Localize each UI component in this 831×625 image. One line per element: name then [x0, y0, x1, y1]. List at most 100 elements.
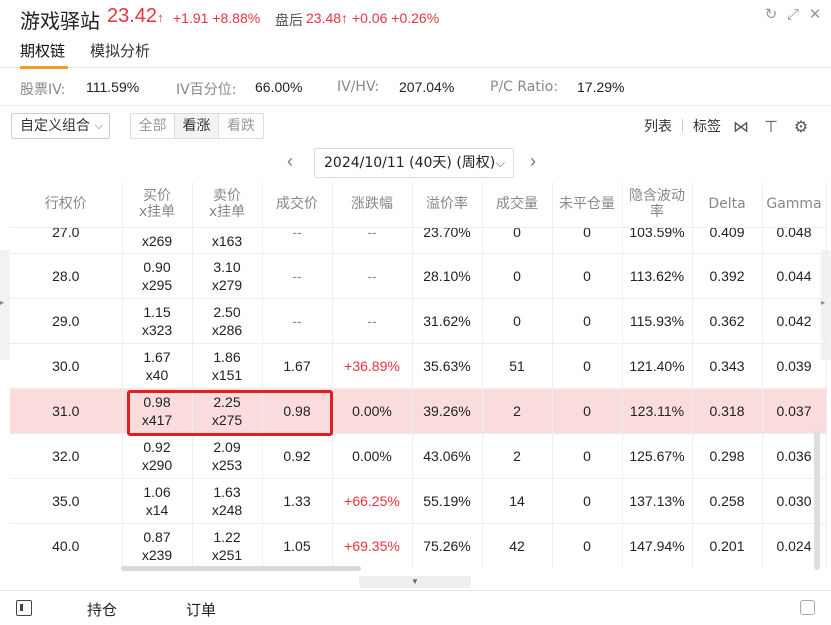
- ask-cell: 2.09 x253: [192, 432, 263, 478]
- stock-name: 游戏驿站: [20, 9, 100, 33]
- chevron-down-icon: ⌵: [94, 119, 103, 132]
- delta-cell: 0.258: [692, 477, 763, 523]
- tag-view-button[interactable]: 标签: [693, 116, 721, 136]
- filter-all[interactable]: 全部: [131, 114, 175, 138]
- table-row[interactable]: 40.0 0.87 x239 1.22 x251 1.05 +69.35% 75.26% 42 0…: [10, 522, 827, 568]
- implied-vol-cell: 147.94%: [622, 522, 693, 568]
- bid-cell-value: 0.92: [143, 438, 171, 455]
- open-interest-cell-value: 0: [583, 227, 591, 240]
- volume-cell: 0: [482, 252, 553, 298]
- col-implied-vol[interactable]: 隐含波动率: [622, 182, 693, 227]
- caret-down-icon: ▼: [411, 577, 419, 586]
- bid-cell-value: 0.90: [143, 258, 171, 275]
- vertical-scrollbar[interactable]: [814, 430, 820, 570]
- option-toolbar: 自定义组合 ⌵ 全部 看涨 看跌 列表 标签 ⋈ ⊤ ⚙: [0, 110, 831, 144]
- iv-percentile-label: IV百分位:: [176, 82, 237, 98]
- tab-orders[interactable]: 订单: [186, 599, 216, 620]
- delta-cell: 0.343: [692, 342, 763, 388]
- volume-cell-value: 0: [513, 227, 521, 240]
- col-premium[interactable]: 溢价率: [412, 182, 483, 227]
- col-delta[interactable]: Delta: [692, 182, 763, 227]
- col-ask[interactable]: 卖价 x挂单: [192, 182, 263, 227]
- gamma-cell-value: 0.048: [776, 227, 812, 240]
- table-row[interactable]: 28.0 0.90 x295 3.10 x279 -- -- 28.10% 0 0 113.62% 0…: [10, 252, 827, 298]
- col-change-pct[interactable]: 涨跌幅: [332, 182, 413, 227]
- open-interest-cell-value: 0: [583, 537, 591, 554]
- expiry-date-select[interactable]: 2024/10/11 (40天) (周权) ⌵: [314, 148, 514, 178]
- strike-cell: 32.0: [10, 432, 123, 478]
- last-price-cell: 0.98: [262, 387, 333, 433]
- prev-expiry-chevron-icon[interactable]: ‹: [287, 151, 293, 172]
- ask-cell-value: 2.25: [213, 393, 241, 410]
- implied-vol-cell-value: 147.94%: [629, 537, 685, 554]
- popout-icon[interactable]: [800, 600, 815, 615]
- collapse-panel-button[interactable]: ▼: [359, 576, 471, 588]
- change-pct-cell: 0.00%: [332, 387, 413, 433]
- implied-vol-cell: 121.40%: [622, 342, 693, 388]
- premium-cell: 39.26%: [412, 387, 483, 433]
- horizontal-scrollbar[interactable]: [121, 566, 361, 571]
- col-bid[interactable]: 买价 x挂单: [122, 182, 193, 227]
- stock-iv-value: 111.59%: [86, 79, 140, 95]
- premium-cell-value: 28.10%: [423, 267, 471, 284]
- stock-price: 23.42↑: [107, 5, 164, 27]
- gamma-cell-value: 0.039: [776, 357, 812, 374]
- refresh-icon[interactable]: ↻: [763, 6, 779, 24]
- last-price-cell-value: 1.05: [283, 537, 311, 554]
- col-strike[interactable]: 行权价: [10, 182, 123, 227]
- tab-simulation[interactable]: 模拟分析: [90, 40, 150, 61]
- filter-calls[interactable]: 看涨: [175, 114, 219, 138]
- last-price-cell: 1.33: [262, 477, 333, 523]
- change-pct-cell: --: [332, 252, 413, 298]
- settings-gear-icon[interactable]: ⚙: [791, 117, 811, 136]
- filter-icon[interactable]: ⊤: [761, 117, 781, 136]
- close-icon[interactable]: ✕: [807, 6, 823, 24]
- change-pct-cell-value: --: [367, 227, 377, 240]
- table-row[interactable]: 35.0 1.06 x14 1.63 x248 1.33 +66.25% 55.19% 14 0 1…: [10, 477, 827, 523]
- last-price-cell: 0.92: [262, 432, 333, 478]
- pc-ratio-value: 17.29%: [577, 79, 625, 95]
- table-row[interactable]: 29.0 1.15 x323 2.50 x286 -- -- 31.62% 0 0 115.93% 0…: [10, 297, 827, 343]
- bid-cell-value: 1.06: [143, 483, 171, 500]
- panel-toggle-icon[interactable]: [16, 600, 32, 616]
- col-last[interactable]: 成交价: [262, 182, 333, 227]
- after-hours-price: 23.48↑ +0.06 +0.26%: [306, 10, 440, 26]
- change-pct-cell-value: +66.25%: [344, 492, 400, 509]
- strike-cell-value: 40.0: [52, 537, 80, 554]
- bid-cell: 0.87 x239: [122, 522, 193, 568]
- tab-option-chain[interactable]: 期权链: [20, 40, 65, 61]
- combo-select[interactable]: 自定义组合 ⌵: [11, 113, 110, 139]
- table-row[interactable]: 30.0 1.67 x40 1.86 x151 1.67 +36.89% 35.63% 51 0 1…: [10, 342, 827, 388]
- table-header: 行权价 买价 x挂单 卖价 x挂单 成交价 涨跌幅 溢价率 成交量 未平仓量 隐…: [10, 182, 827, 227]
- tab-positions[interactable]: 持仓: [87, 599, 117, 620]
- table-row[interactable]: 27.0 1.50x2692.50x163 -- -- 23.70% 0 0 103.59% 0…: [10, 226, 827, 253]
- ask-cell-value: 2.09: [213, 438, 241, 455]
- premium-cell-value: 39.26%: [423, 402, 471, 419]
- open-interest-cell: 0: [552, 432, 623, 478]
- col-volume[interactable]: 成交量: [482, 182, 553, 227]
- col-open-interest[interactable]: 未平仓量: [552, 182, 623, 227]
- table-row[interactable]: 32.0 0.92 x290 2.09 x253 0.92 0.00% 43.06% 2 0 125…: [10, 432, 827, 478]
- ask-cell: 2.25 x275: [192, 387, 263, 433]
- table-row[interactable]: 31.0 0.98 x417 2.25 x275 0.98 0.00% 39.26% 2 0 123…: [10, 387, 827, 433]
- volume-cell: 2: [482, 432, 553, 478]
- split-columns-icon[interactable]: ⋈: [731, 117, 751, 136]
- implied-vol-cell: 123.11%: [622, 387, 693, 433]
- strike-cell-value: 30.0: [52, 357, 80, 374]
- last-price-cell: 1.05: [262, 522, 333, 568]
- bid-cell-value: x417: [141, 411, 173, 428]
- left-scroll-handle[interactable]: ▸: [0, 250, 10, 360]
- list-view-button[interactable]: 列表: [644, 116, 672, 136]
- change-pct-cell-value: +69.35%: [344, 537, 400, 554]
- next-expiry-chevron-icon[interactable]: ›: [530, 151, 536, 172]
- col-gamma[interactable]: Gamma: [762, 182, 827, 227]
- delta-cell: 0.409: [692, 226, 763, 253]
- open-interest-cell: 0: [552, 477, 623, 523]
- gamma-cell-value: 0.042: [776, 312, 812, 329]
- filter-puts[interactable]: 看跌: [219, 114, 263, 138]
- bid-cell: 1.67 x40: [122, 342, 193, 388]
- open-interest-cell-value: 0: [583, 357, 591, 374]
- change-pct-cell-value: --: [367, 312, 377, 329]
- expand-icon[interactable]: ⤢: [785, 6, 801, 24]
- strike-cell: 31.0: [10, 387, 123, 433]
